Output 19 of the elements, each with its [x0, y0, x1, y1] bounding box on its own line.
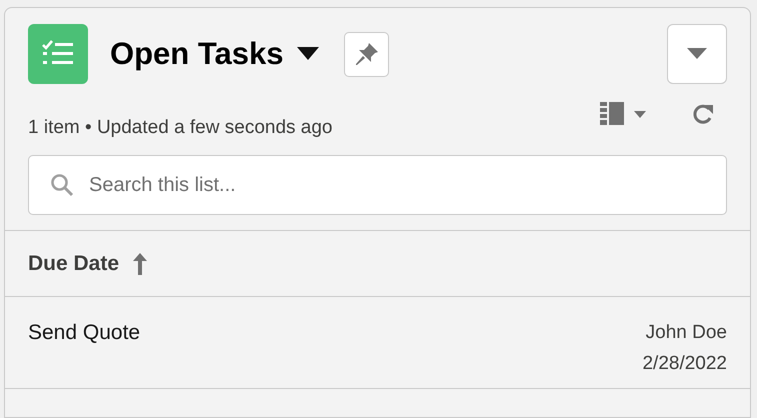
tasks-list-icon — [28, 24, 88, 84]
caret-icon — [687, 48, 707, 60]
caret-icon[interactable] — [297, 47, 320, 61]
table-icon — [600, 102, 624, 126]
pin-button[interactable] — [344, 32, 390, 76]
due-date: 2/28/2022 — [642, 352, 727, 376]
pin-icon — [354, 41, 380, 67]
display-as-button[interactable] — [600, 102, 646, 126]
assignee-name: John Doe — [646, 321, 727, 345]
search-icon — [50, 173, 74, 197]
list-title[interactable]: Open Tasks — [110, 30, 284, 78]
actions-dropdown-button[interactable] — [667, 24, 727, 84]
column-header[interactable]: Due Date — [28, 248, 148, 280]
search-field[interactable]: Search this list... — [28, 155, 727, 215]
refresh-button[interactable] — [692, 103, 714, 125]
refresh-icon — [692, 103, 714, 125]
caret-icon — [634, 110, 646, 118]
task-subject[interactable]: Send Quote — [28, 317, 140, 348]
list-status-text: 1 item • Updated a few seconds ago — [28, 116, 333, 140]
